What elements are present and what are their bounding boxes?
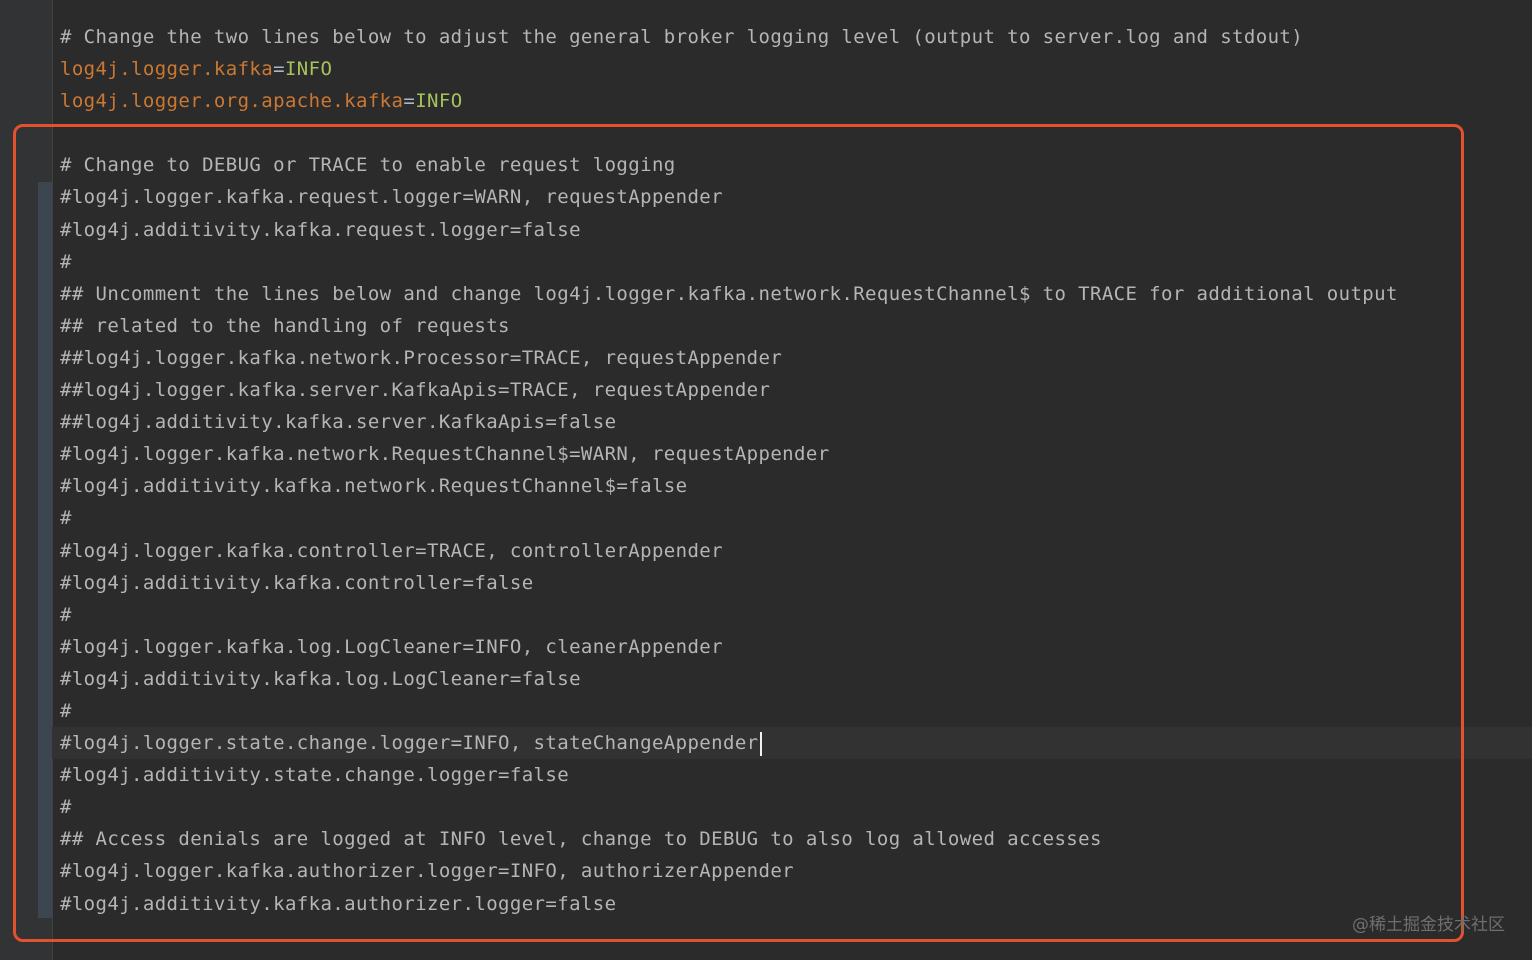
code-line[interactable]: #log4j.additivity.kafka.network.RequestC…	[60, 470, 1532, 502]
code-line[interactable]: #log4j.additivity.state.change.logger=fa…	[60, 759, 1532, 791]
code-line[interactable]: ## Access denials are logged at INFO lev…	[60, 823, 1532, 855]
comment-text: #log4j.additivity.kafka.network.RequestC…	[60, 475, 688, 498]
comment-text: #	[60, 250, 72, 273]
comment-text: #log4j.logger.kafka.log.LogCleaner=INFO,…	[60, 635, 723, 658]
comment-text: ##log4j.logger.kafka.server.KafkaApis=TR…	[60, 379, 771, 402]
code-line[interactable]: #log4j.logger.kafka.network.RequestChann…	[60, 438, 1532, 470]
code-line[interactable]: #log4j.logger.kafka.controller=TRACE, co…	[60, 535, 1532, 567]
code-line[interactable]: #	[60, 791, 1532, 823]
comment-text: ##log4j.logger.kafka.network.Processor=T…	[60, 346, 783, 369]
code-line[interactable]: #	[60, 246, 1532, 278]
comment-text: #log4j.logger.kafka.request.logger=WARN,…	[60, 186, 723, 209]
comment-text: #log4j.logger.state.change.logger=INFO, …	[60, 732, 759, 755]
code-line[interactable]: #log4j.logger.state.change.logger=INFO, …	[52, 727, 1532, 760]
code-line[interactable]: #log4j.logger.kafka.log.LogCleaner=INFO,…	[60, 631, 1532, 663]
code-line[interactable]: #log4j.additivity.kafka.controller=false	[60, 567, 1532, 599]
comment-text: #log4j.additivity.kafka.request.logger=f…	[60, 218, 581, 241]
code-line[interactable]: log4j.logger.org.apache.kafka=INFO	[60, 85, 1532, 117]
code-line[interactable]: #	[60, 599, 1532, 631]
code-line[interactable]: ##log4j.logger.kafka.server.KafkaApis=TR…	[60, 374, 1532, 406]
comment-text: #log4j.logger.kafka.controller=TRACE, co…	[60, 539, 723, 562]
fold-region-bar[interactable]	[38, 182, 52, 918]
code-line[interactable]: #log4j.additivity.kafka.log.LogCleaner=f…	[60, 663, 1532, 695]
code-line[interactable]: log4j.logger.kafka=INFO	[60, 53, 1532, 85]
code-line[interactable]: # Change to DEBUG or TRACE to enable req…	[60, 149, 1532, 181]
code-line[interactable]: ## related to the handling of requests	[60, 310, 1532, 342]
code-line[interactable]: ##log4j.logger.kafka.network.Processor=T…	[60, 342, 1532, 374]
comment-text: #log4j.additivity.kafka.log.LogCleaner=f…	[60, 667, 581, 690]
code-line[interactable]: # Change the two lines below to adjust t…	[60, 21, 1532, 53]
text-caret	[759, 731, 762, 756]
comment-text: # Change to DEBUG or TRACE to enable req…	[60, 154, 676, 177]
comment-text: #	[60, 796, 72, 819]
code-line[interactable]: ##log4j.additivity.kafka.server.KafkaApi…	[60, 406, 1532, 438]
code-line[interactable]: #log4j.logger.kafka.request.logger=WARN,…	[60, 181, 1532, 213]
comment-text: #log4j.logger.kafka.authorizer.logger=IN…	[60, 860, 795, 883]
comment-text: #log4j.additivity.state.change.logger=fa…	[60, 764, 570, 787]
comment-text: #log4j.additivity.kafka.controller=false	[60, 571, 534, 594]
property-key: log4j.logger.org.apache.kafka	[60, 90, 404, 113]
code-line[interactable]: #log4j.logger.kafka.authorizer.logger=IN…	[60, 855, 1532, 887]
comment-text: #log4j.logger.kafka.network.RequestChann…	[60, 443, 830, 466]
property-key: log4j.logger.kafka	[60, 58, 274, 81]
code-line[interactable]: ## Uncomment the lines below and change …	[60, 278, 1532, 310]
property-value: INFO	[284, 58, 333, 81]
code-line[interactable]: #log4j.additivity.kafka.request.logger=f…	[60, 214, 1532, 246]
comment-text: ## Uncomment the lines below and change …	[60, 282, 1398, 305]
code-area[interactable]: # Change the two lines below to adjust t…	[52, 21, 1532, 920]
comment-text: ## Access denials are logged at INFO lev…	[60, 828, 1102, 851]
code-editor[interactable]: # Change the two lines below to adjust t…	[0, 0, 1532, 960]
code-line[interactable]: #log4j.additivity.kafka.authorizer.logge…	[60, 888, 1532, 920]
comment-text: #	[60, 699, 72, 722]
comment-text: #	[60, 603, 72, 626]
code-line[interactable]: #	[60, 502, 1532, 534]
equals-operator: =	[403, 90, 416, 113]
property-value: INFO	[415, 90, 463, 113]
comment-text: ##log4j.additivity.kafka.server.KafkaApi…	[60, 411, 617, 434]
comment-text: # Change the two lines below to adjust t…	[60, 26, 1304, 48]
watermark: @稀土掘金技术社区	[1352, 915, 1505, 935]
comment-text: #	[60, 507, 72, 530]
comment-text: #log4j.additivity.kafka.authorizer.logge…	[60, 892, 617, 915]
code-line[interactable]	[60, 117, 1532, 149]
equals-operator: =	[273, 58, 285, 81]
comment-text: ## related to the handling of requests	[60, 314, 510, 337]
code-line[interactable]: #	[60, 695, 1532, 727]
